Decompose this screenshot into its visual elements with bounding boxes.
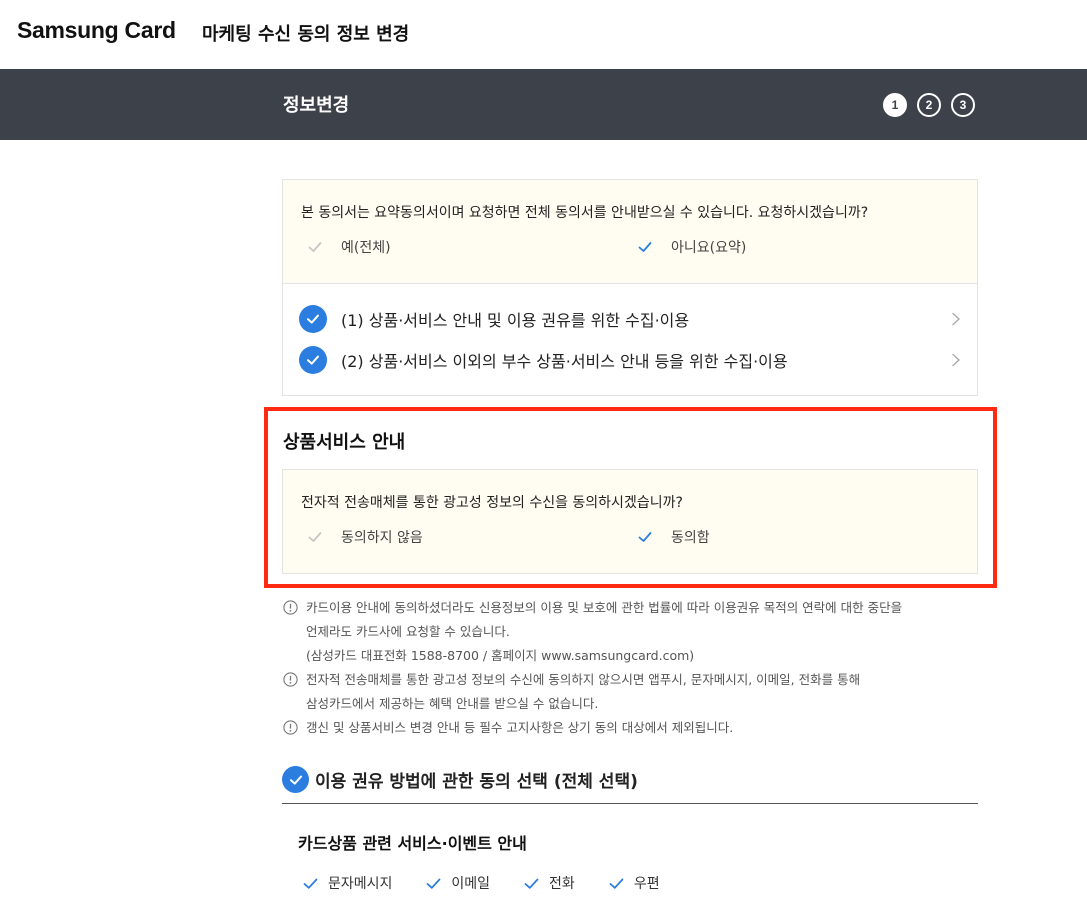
method-mail[interactable]: 우편 xyxy=(609,873,660,893)
option-agree[interactable]: 동의함 xyxy=(637,527,710,547)
step-3: 3 xyxy=(951,93,975,117)
summary-consent-box: 본 동의서는 요약동의서이며 요청하면 전체 동의서를 안내받으실 수 있습니다… xyxy=(282,179,978,283)
consent-label: (2) 상품·서비스 이외의 부수 상품·서비스 안내 등을 위한 수집·이용 xyxy=(341,352,788,371)
consent-row-1[interactable]: (1) 상품·서비스 안내 및 이용 권유를 위한 수집·이용 xyxy=(299,305,963,333)
option-label: 동의함 xyxy=(671,530,710,546)
method-label: 전화 xyxy=(549,876,575,892)
check-icon xyxy=(637,239,653,255)
check-icon xyxy=(427,878,441,889)
select-all-label: 이용 권유 방법에 관한 동의 선택 (전체 선택) xyxy=(315,772,638,792)
step-1: 1 xyxy=(883,93,907,117)
notice-item: 전자적 전송매체를 통한 광고성 정보의 수신에 동의하지 않으시면 앱푸시, … xyxy=(283,668,983,716)
method-sms[interactable]: 문자메시지 xyxy=(303,873,392,893)
notice-text: (삼성카드 대표전화 1588-8700 / 홈페이지 www.samsungc… xyxy=(306,648,695,663)
notice-item: 카드이용 안내에 동의하셨더라도 신용정보의 이용 및 보호에 관한 법률에 따… xyxy=(283,596,983,668)
notice-list: 카드이용 안내에 동의하셨더라도 신용정보의 이용 및 보호에 관한 법률에 따… xyxy=(283,596,983,740)
option-full-yes[interactable]: 예(전체) xyxy=(307,237,391,257)
option-label: 동의하지 않음 xyxy=(341,530,423,546)
notice-text: 언제라도 카드사에 요청할 수 있습니다. xyxy=(306,624,510,639)
method-label: 우편 xyxy=(633,876,660,892)
method-label: 문자메시지 xyxy=(328,876,393,892)
checkbox-checked-icon[interactable] xyxy=(299,346,327,374)
notice-text: 갱신 및 상품서비스 변경 안내 등 필수 고지사항은 상기 동의 대상에서 제… xyxy=(306,720,734,735)
option-summary-no[interactable]: 아니요(요약) xyxy=(637,237,746,257)
option-label: 예(전체) xyxy=(341,240,391,256)
check-icon xyxy=(307,529,323,545)
notice-text: 카드이용 안내에 동의하셨더라도 신용정보의 이용 및 보호에 관한 법률에 따… xyxy=(306,600,903,615)
notice-text: 삼성카드에서 제공하는 혜택 안내를 받으실 수 없습니다. xyxy=(306,696,599,711)
step-bar: 정보변경 1 2 3 xyxy=(0,69,1087,140)
select-all-methods[interactable]: 이용 권유 방법에 관한 동의 선택 (전체 선택) xyxy=(282,766,638,793)
checkbox-checked-icon[interactable] xyxy=(282,766,309,793)
check-icon xyxy=(524,878,539,889)
page-title: 마케팅 수신 동의 정보 변경 xyxy=(202,24,410,45)
checkbox-checked-icon[interactable] xyxy=(299,305,327,333)
step-2: 2 xyxy=(917,93,941,117)
card-service-event-title: 카드상품 관련 서비스·이벤트 안내 xyxy=(298,834,527,853)
info-icon xyxy=(283,672,298,687)
check-icon xyxy=(307,239,323,255)
option-disagree[interactable]: 동의하지 않음 xyxy=(307,527,423,547)
samsung-card-logo[interactable]: Samsung Card xyxy=(17,17,176,44)
method-phone[interactable]: 전화 xyxy=(524,873,575,893)
step-title: 정보변경 xyxy=(283,95,350,116)
product-service-question: 전자적 전송매체를 통한 광고성 정보의 수신을 동의하시겠습니까? xyxy=(301,495,683,511)
notice-text: 전자적 전송매체를 통한 광고성 정보의 수신에 동의하지 않으시면 앱푸시, … xyxy=(306,672,861,687)
check-icon xyxy=(637,529,653,545)
consent-list: (1) 상품·서비스 안내 및 이용 권유를 위한 수집·이용 (2) 상품·서… xyxy=(282,283,978,396)
contact-method-list: 문자메시지 이메일 전화 우편 xyxy=(303,873,694,893)
notice-item: 갱신 및 상품서비스 변경 안내 등 필수 고지사항은 상기 동의 대상에서 제… xyxy=(283,716,983,740)
consent-row-2[interactable]: (2) 상품·서비스 이외의 부수 상품·서비스 안내 등을 위한 수집·이용 xyxy=(299,346,963,374)
method-label: 이메일 xyxy=(451,876,491,892)
consent-label: (1) 상품·서비스 안내 및 이용 권유를 위한 수집·이용 xyxy=(341,311,690,330)
summary-question: 본 동의서는 요약동의서이며 요청하면 전체 동의서를 안내받으실 수 있습니다… xyxy=(301,205,869,221)
method-email[interactable]: 이메일 xyxy=(426,873,490,893)
option-label: 아니요(요약) xyxy=(671,240,747,256)
top-header: Samsung Card 마케팅 수신 동의 정보 변경 xyxy=(0,0,1087,69)
product-service-box: 전자적 전송매체를 통한 광고성 정보의 수신을 동의하시겠습니까? 동의하지 … xyxy=(282,469,978,574)
divider xyxy=(282,803,978,804)
check-icon xyxy=(609,878,624,889)
check-icon xyxy=(303,878,318,889)
chevron-right-icon[interactable] xyxy=(949,312,963,326)
chevron-right-icon[interactable] xyxy=(949,353,963,367)
step-indicator: 1 2 3 xyxy=(883,93,975,117)
product-service-title: 상품서비스 안내 xyxy=(283,432,406,453)
info-icon xyxy=(283,600,298,615)
info-icon xyxy=(283,720,298,735)
